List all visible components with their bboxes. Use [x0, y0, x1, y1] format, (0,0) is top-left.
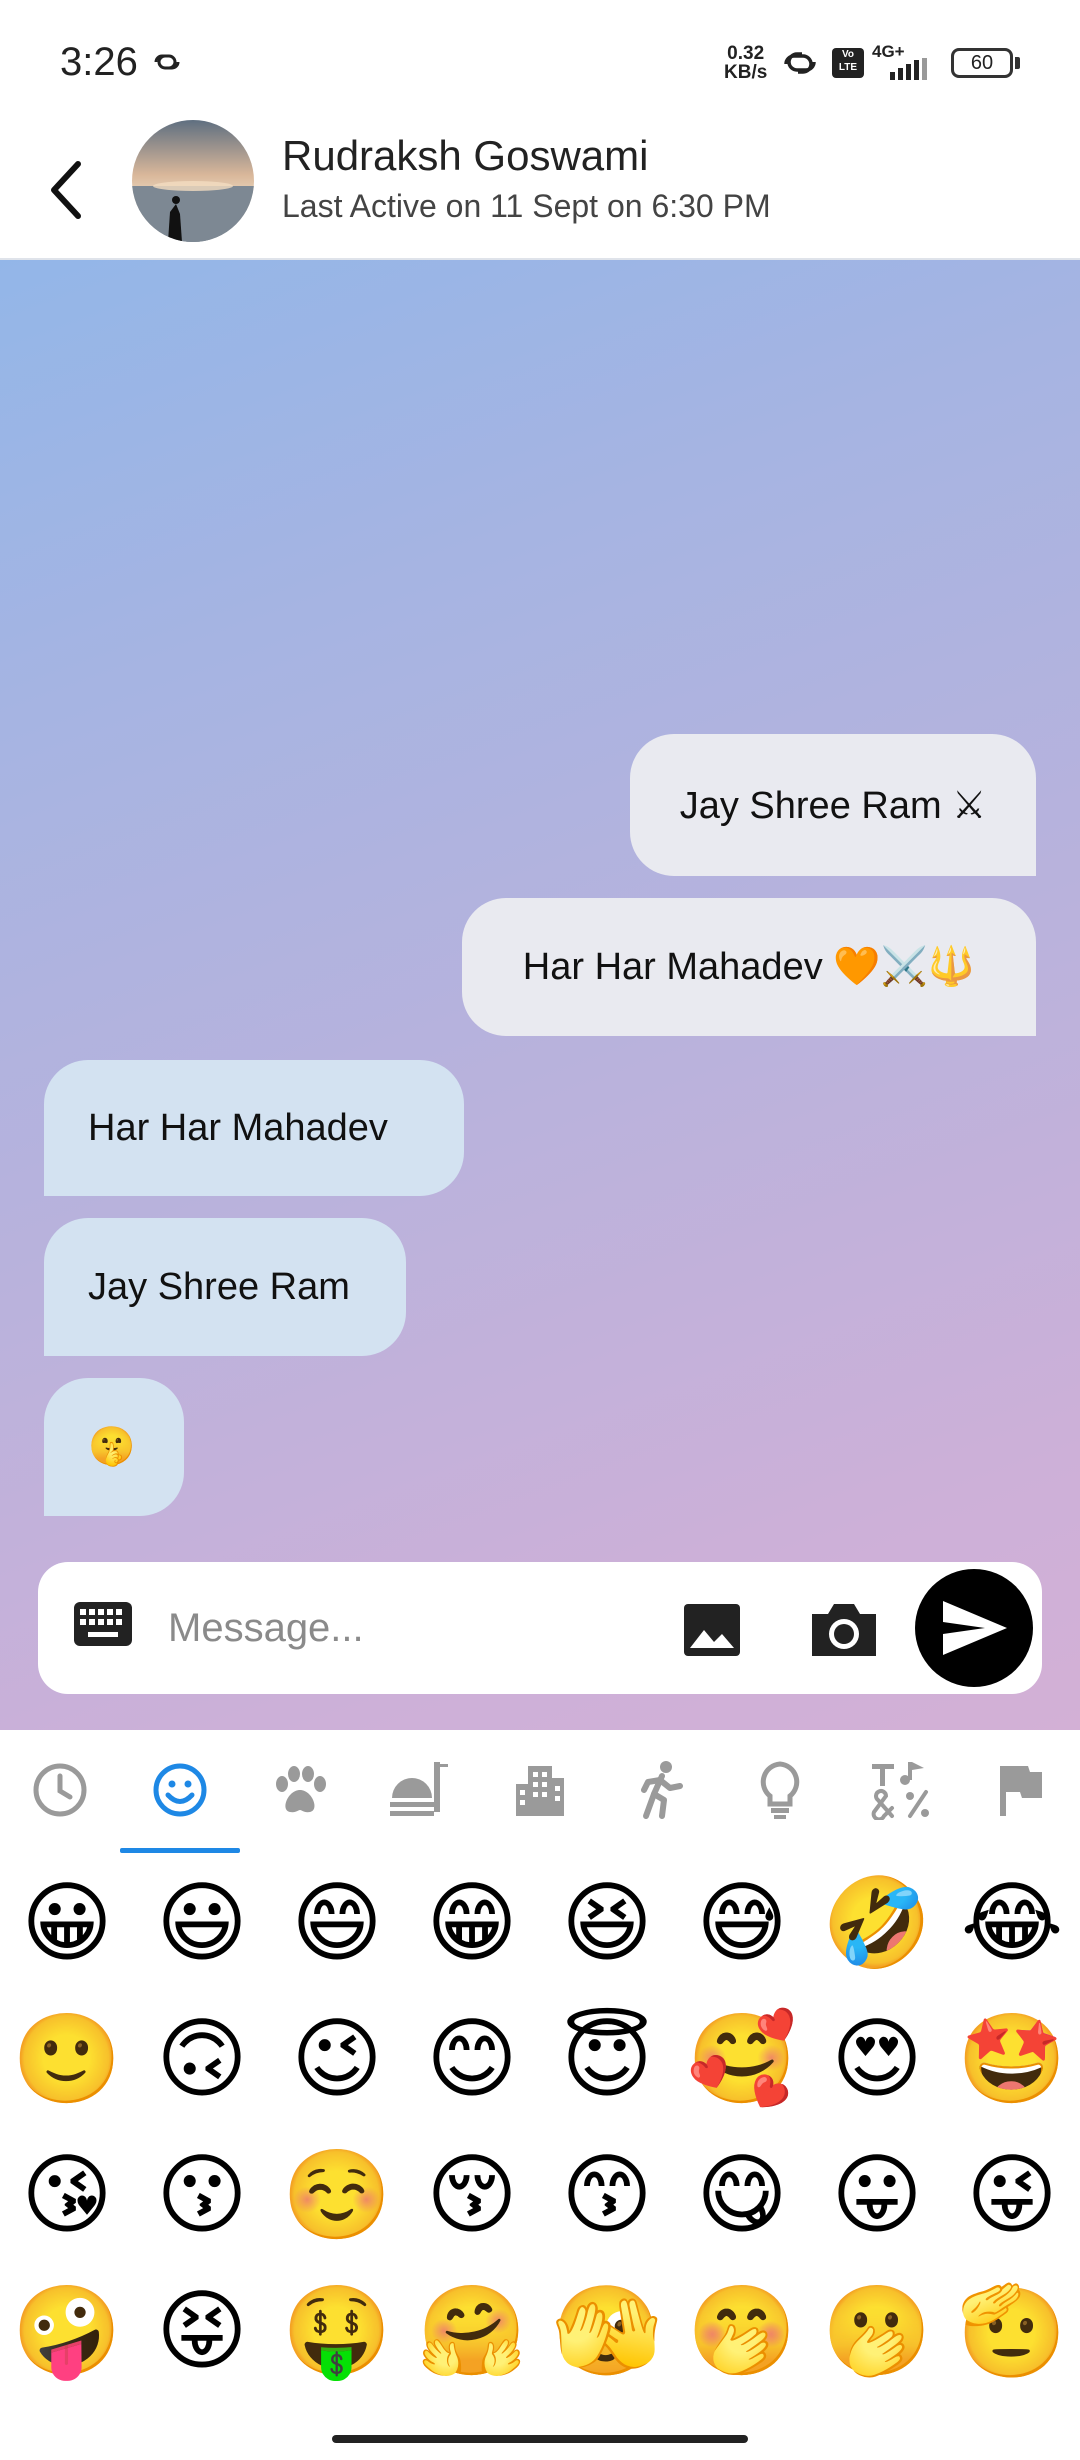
emoji-key[interactable]: 😀	[12, 1868, 122, 1978]
emoji-key[interactable]: 🤑	[282, 2276, 392, 2386]
emoji-key[interactable]: 🤭	[687, 2276, 797, 2386]
emoji-key[interactable]: 😊	[417, 2004, 527, 2114]
signal-icon	[890, 58, 927, 80]
emoji-key[interactable]: 🤣	[822, 1868, 932, 1978]
message-composer	[38, 1562, 1042, 1694]
emoji-key[interactable]: 🫡	[957, 2276, 1067, 2386]
gallery-icon[interactable]	[684, 1604, 740, 1656]
message-bubble-outgoing[interactable]: Har Har Mahadev 🧡⚔️🔱	[462, 898, 1036, 1036]
emoji-key[interactable]: 😛	[822, 2140, 932, 2250]
hotspot-link-icon	[784, 52, 816, 74]
tab-recent[interactable]	[20, 1758, 100, 1822]
emoji-key[interactable]: 🫣	[552, 2276, 662, 2386]
smileys-icon	[153, 1763, 207, 1817]
tab-activities[interactable]	[620, 1758, 700, 1822]
emoji-key[interactable]: 😍	[822, 2004, 932, 2114]
emoji-key[interactable]: 🙃	[147, 2004, 257, 2114]
status-time: 3:26	[60, 40, 138, 84]
emoji-key[interactable]: 🤩	[957, 2004, 1067, 2114]
recent-icon	[33, 1763, 87, 1817]
emoji-key[interactable]: 🤪	[12, 2276, 122, 2386]
volte-badge: Vo LTE	[832, 48, 864, 78]
message-bubble-incoming[interactable]: Har Har Mahadev	[44, 1060, 464, 1196]
avatar[interactable]	[132, 120, 254, 242]
send-button[interactable]	[915, 1569, 1033, 1687]
symbols-icon	[871, 1762, 929, 1820]
emoji-key[interactable]: ☺️	[282, 2140, 392, 2250]
message-text: Jay Shree Ram ⚔	[679, 784, 987, 827]
net-speed: 0.32 KB/s	[724, 43, 768, 83]
chat-header: Rudraksh Goswami Last Active on 11 Sept …	[0, 120, 1080, 260]
emoji-key[interactable]: 😚	[417, 2140, 527, 2250]
status-bar: 3:26 0.32 KB/s Vo LTE 4G+ 60	[0, 0, 1080, 120]
message-text: Jay Shree Ram	[88, 1265, 350, 1308]
emoji-key[interactable]: 😁	[417, 1868, 527, 1978]
emoji-key[interactable]: 😄	[282, 1868, 392, 1978]
emoji-key[interactable]: 🫢	[822, 2276, 932, 2386]
emoji-key[interactable]: 😇	[552, 2004, 662, 2114]
emoji-key[interactable]: 😂	[957, 1868, 1067, 1978]
message-bubble-incoming[interactable]: 🤫	[44, 1378, 184, 1516]
message-bubble-outgoing[interactable]: Jay Shree Ram ⚔	[630, 734, 1036, 876]
tab-animals[interactable]	[260, 1758, 340, 1822]
animals-icon	[276, 1766, 326, 1813]
tab-places[interactable]	[500, 1758, 580, 1822]
emoji-key[interactable]: 🙂	[12, 2004, 122, 2114]
activities-icon	[641, 1761, 683, 1819]
emoji-key[interactable]: 😙	[552, 2140, 662, 2250]
last-active-status: Last Active on 11 Sept on 6:30 PM	[282, 188, 771, 224]
food-icon	[390, 1762, 448, 1816]
back-arrow-icon[interactable]	[34, 140, 98, 240]
message-input[interactable]	[168, 1582, 668, 1674]
keyboard-icon[interactable]	[74, 1602, 132, 1646]
emoji-key[interactable]: 😅	[687, 1868, 797, 1978]
battery-tip	[1015, 57, 1020, 69]
contact-name: Rudraksh Goswami	[282, 132, 649, 179]
emoji-key[interactable]: 😘	[12, 2140, 122, 2250]
emoji-key[interactable]: 😝	[147, 2276, 257, 2386]
battery-indicator: 60	[951, 48, 1013, 78]
send-icon	[943, 1601, 1007, 1655]
tab-symbols[interactable]	[860, 1758, 940, 1822]
emoji-key[interactable]: 😆	[552, 1868, 662, 1978]
link-icon	[154, 54, 180, 70]
home-indicator[interactable]	[332, 2435, 748, 2443]
message-bubble-incoming[interactable]: Jay Shree Ram	[44, 1218, 406, 1356]
emoji-key[interactable]: 😃	[147, 1868, 257, 1978]
emoji-key[interactable]: 😋	[687, 2140, 797, 2250]
objects-icon	[760, 1761, 800, 1819]
message-text: Har Har Mahadev 🧡⚔️🔱	[522, 946, 976, 988]
emoji-keyboard: 😀 😃 😄 😁 😆 😅 🤣 😂 🙂 🙃 😉 😊 😇 🥰 😍 🤩 😘 😗 ☺️ 😚…	[0, 1730, 1080, 2460]
emoji-key[interactable]: 😉	[282, 2004, 392, 2114]
chat-area[interactable]: Jay Shree Ram ⚔ Har Har Mahadev 🧡⚔️🔱 Har…	[0, 260, 1080, 1730]
camera-icon[interactable]	[808, 1602, 880, 1658]
emoji-key[interactable]: 🥰	[687, 2004, 797, 2114]
tab-smileys[interactable]	[140, 1758, 220, 1822]
places-icon	[516, 1766, 564, 1816]
tab-objects[interactable]	[740, 1758, 820, 1822]
tab-flags[interactable]	[980, 1758, 1060, 1822]
emoji-key[interactable]: 🤗	[417, 2276, 527, 2386]
emoji-key[interactable]: 😗	[147, 2140, 257, 2250]
message-text: 🤫	[88, 1426, 136, 1468]
selected-category-indicator	[120, 1848, 240, 1853]
flags-icon	[1000, 1766, 1042, 1816]
message-text: Har Har Mahadev	[88, 1106, 388, 1149]
tab-food[interactable]	[380, 1758, 460, 1822]
emoji-key[interactable]: 😜	[957, 2140, 1067, 2250]
